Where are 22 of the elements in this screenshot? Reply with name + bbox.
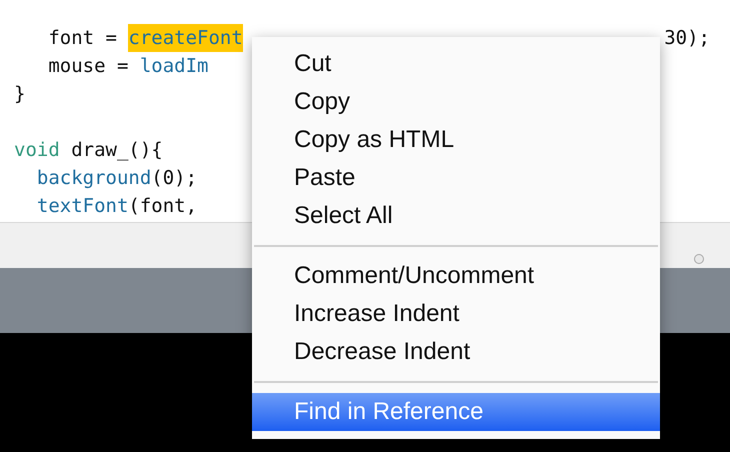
resize-knob-icon[interactable] <box>694 254 704 264</box>
menu-item[interactable]: Paste <box>252 159 660 197</box>
menu-item[interactable]: Find in Reference <box>252 393 660 431</box>
menu-item[interactable]: Decrease Indent <box>252 333 660 371</box>
selected-code-text: createFont <box>128 24 243 52</box>
menu-item[interactable]: Copy <box>252 83 660 121</box>
code-text: draw_(){ <box>70 138 163 163</box>
menu-item[interactable]: Comment/Uncomment <box>252 257 660 295</box>
code-text: font = <box>47 26 118 51</box>
menu-item[interactable]: Increase Indent <box>252 295 660 333</box>
code-text: background <box>36 166 152 191</box>
code-text: (0); <box>151 166 198 191</box>
code-text: textFont <box>36 194 128 219</box>
code-text: void <box>14 138 60 163</box>
menu-item[interactable]: Cut <box>252 45 660 83</box>
menu-item[interactable]: Select All <box>252 197 660 235</box>
menu-item[interactable]: Copy as HTML <box>252 121 660 159</box>
code-text: } <box>14 82 26 107</box>
code-text: loadIm <box>140 54 208 79</box>
code-text: (font, <box>128 194 198 219</box>
code-text: mouse = <box>47 54 130 79</box>
code-text: 30); <box>664 26 710 51</box>
